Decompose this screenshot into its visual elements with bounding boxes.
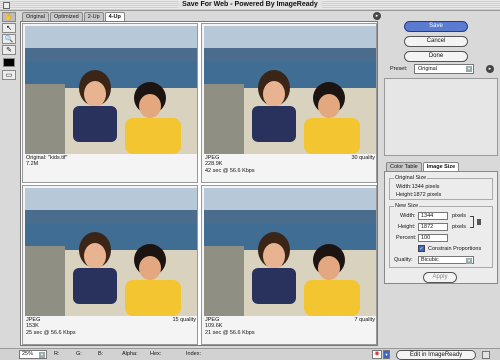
b-readout: B: — [98, 351, 104, 357]
pane-line3: 42 sec @ 56.6 Kbps — [205, 167, 255, 174]
preset-select[interactable]: Original ▼ — [414, 64, 474, 74]
window-title-text: Save For Web - Powered By ImageReady — [178, 1, 322, 8]
window-title: Save For Web - Powered By ImageReady — [0, 1, 500, 8]
tab-optimized[interactable]: Optimized — [49, 12, 83, 21]
height-label: Height: — [398, 224, 416, 230]
preset-value: Original — [418, 66, 437, 72]
chevron-down-icon: ▼ — [466, 258, 472, 264]
pane-info: Original: "kids.tif" 7.2M — [26, 155, 196, 168]
title-bar: Save For Web - Powered By ImageReady — [0, 0, 500, 11]
kids-photo — [204, 26, 376, 154]
pane-quality: 15 quality — [172, 317, 196, 323]
original-size-label: Original Size — [394, 175, 428, 181]
pane-quality: 7 quality — [354, 317, 376, 323]
height-unit: pixels — [452, 224, 467, 230]
preset-row: Preset: Original ▼ ▸ — [382, 64, 498, 75]
toggle-slices-icon[interactable]: ▭ — [2, 70, 16, 80]
link-icon — [477, 219, 481, 225]
width-label: Width: — [400, 213, 416, 219]
preview-area: Original: "kids.tif" 7.2M JPEG 228.9K 42… — [20, 21, 378, 346]
tab-4-up[interactable]: 4-Up — [104, 12, 125, 21]
pane-info: JPEG 109.6K 21 sec @ 56.6 Kbps 7 quality — [205, 317, 375, 336]
image-size-panel: Original Size Width:1344 pixels Height:1… — [384, 171, 498, 284]
pane-line3: 25 sec @ 56.6 Kbps — [26, 329, 76, 336]
new-size-group: New Size Width: 1344 pixels Height: 1872… — [389, 203, 493, 268]
alpha-readout: Alpha: — [122, 351, 138, 357]
chevron-down-icon[interactable]: ▼ — [383, 350, 390, 359]
settings-panel: Save Cancel Done Preset: Original ▼ ▸ Co… — [382, 12, 498, 348]
preset-label: Preset: — [390, 66, 408, 72]
new-size-label: New Size — [394, 203, 420, 209]
preview-image — [25, 188, 197, 316]
kids-photo — [25, 26, 197, 154]
edit-in-imageready-button[interactable]: Edit in ImageReady — [396, 350, 476, 360]
percent-label: Percent: — [396, 235, 417, 241]
kids-photo — [204, 188, 376, 316]
pane-line3: 21 sec @ 56.6 Kbps — [205, 329, 255, 336]
constrain-proportions-checkbox[interactable]: ✓ — [418, 245, 425, 252]
pane-line2: 7.2M — [26, 161, 39, 168]
g-readout: G: — [76, 351, 82, 357]
hand-tool-icon[interactable]: ✋ — [2, 12, 16, 22]
quality-value: Bicubic — [421, 257, 439, 263]
hex-readout: Hex: — [150, 351, 162, 357]
width-unit: pixels — [452, 213, 467, 219]
tab-image-size[interactable]: Image Size — [422, 162, 460, 171]
link-bracket — [470, 216, 474, 228]
done-button[interactable]: Done — [404, 51, 468, 62]
preview-pane-15-quality[interactable]: JPEG 153K 25 sec @ 56.6 Kbps 15 quality — [22, 185, 198, 345]
preview-pane-original[interactable]: Original: "kids.tif" 7.2M — [22, 23, 198, 183]
pane-quality: 30 quality — [351, 155, 375, 161]
preview-image — [204, 26, 376, 154]
pane-info: JPEG 153K 25 sec @ 56.6 Kbps 15 quality — [26, 317, 196, 336]
original-width-text: Width:1344 pixels — [396, 184, 440, 190]
width-field[interactable]: 1344 — [418, 212, 448, 220]
preview-pane-7-quality[interactable]: JPEG 109.6K 21 sec @ 56.6 Kbps 7 quality — [201, 185, 377, 345]
height-field[interactable]: 1872 — [418, 223, 448, 231]
preview-menu-arrow-icon[interactable]: ▸ — [373, 12, 381, 20]
quality-select[interactable]: Bicubic ▼ — [418, 256, 474, 264]
pane-info: JPEG 228.9K 42 sec @ 56.6 Kbps 30 qualit… — [205, 155, 375, 174]
apply-button[interactable]: Apply — [423, 272, 457, 283]
optimization-settings-area — [384, 78, 498, 156]
browser-preview-icon[interactable]: ◉ — [372, 350, 382, 359]
eyedropper-color-swatch[interactable] — [3, 58, 15, 67]
zoom-value: 25% — [22, 351, 34, 357]
view-tabs: Original Optimized 2-Up 4-Up — [22, 12, 125, 21]
save-button[interactable]: Save — [404, 21, 468, 32]
tab-color-table[interactable]: Color Table — [386, 162, 422, 171]
percent-field[interactable]: 100 — [418, 234, 448, 242]
constrain-proportions-label: Constrain Proportions — [428, 246, 482, 252]
index-readout: Index: — [186, 351, 201, 357]
r-readout: R: — [54, 351, 60, 357]
cancel-button[interactable]: Cancel — [404, 36, 468, 47]
kids-photo — [25, 188, 197, 316]
toolbox: ✋ ↖ 🔍 ✎ ▭ — [2, 12, 18, 81]
preview-image — [25, 26, 197, 154]
chevron-down-icon: ▼ — [466, 66, 472, 72]
tab-2-up[interactable]: 2-Up — [83, 12, 104, 21]
slice-select-tool-icon[interactable]: ↖ — [2, 23, 16, 33]
jump-to-imageready-icon[interactable] — [482, 351, 490, 359]
original-size-group: Original Size Width:1344 pixels Height:1… — [389, 175, 493, 200]
preview-pane-30-quality[interactable]: JPEG 228.9K 42 sec @ 56.6 Kbps 30 qualit… — [201, 23, 377, 183]
quality-label: Quality: — [394, 257, 413, 263]
preview-image — [204, 188, 376, 316]
zoom-select[interactable]: 25% ▼ — [19, 350, 47, 359]
eyedropper-tool-icon[interactable]: ✎ — [2, 45, 16, 55]
chevron-down-icon: ▼ — [39, 352, 45, 358]
preset-menu-arrow-icon[interactable]: ▸ — [486, 65, 494, 73]
status-bar: 25% ▼ R: G: B: Alpha: Hex: Index: ◉ ▼ Ed… — [0, 348, 500, 360]
zoom-tool-icon[interactable]: 🔍 — [2, 34, 16, 44]
image-size-tabs: Color Table Image Size — [386, 162, 460, 171]
original-height-text: Height:1872 pixels — [396, 192, 442, 198]
tab-original[interactable]: Original — [22, 12, 49, 21]
